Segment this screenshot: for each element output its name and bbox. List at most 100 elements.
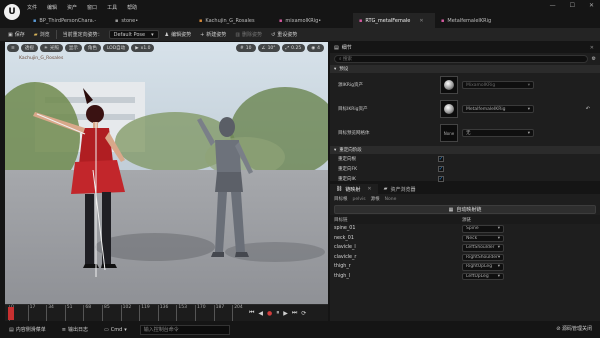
retarget-fk-checkbox[interactable]: ✓ (438, 166, 444, 172)
skip-end-icon[interactable]: ⏭ (292, 309, 297, 317)
tab-asset-browser[interactable]: ▰ 资产浏览器 (378, 184, 422, 194)
source-chain-dropdown[interactable]: Spine ▾ (462, 225, 504, 233)
title-bar: U 文件 编辑 资产 窗口 工具 帮助 ▪ BP_ThirdPersonChara… (0, 0, 600, 28)
tab-label: mixamolKRig• (285, 17, 322, 24)
record-icon[interactable]: ● (267, 310, 272, 317)
chevron-down-icon: ▾ (334, 66, 337, 72)
table-row[interactable]: clavicle_r RightShoulder ▾ (330, 253, 600, 263)
skip-start-icon[interactable]: ⏮ (249, 309, 254, 317)
close-window-icon[interactable]: ✕ (589, 2, 594, 9)
scale-snap-button[interactable]: ⤢ 0.25 (281, 44, 306, 52)
tab-mixamo-ikrig[interactable]: ▪ mixamolKRig• (273, 13, 353, 28)
step-forward-icon[interactable]: ▶ (283, 310, 288, 317)
pause-icon[interactable]: ⏸ (276, 309, 279, 317)
tab-bp-thirdperson[interactable]: ▪ BP_ThirdPersonChara.- (27, 13, 109, 28)
new-pose-button[interactable]: + 新建姿势 (197, 31, 229, 39)
section-retarget-phases[interactable]: ▾ 重定向阶段 (330, 146, 600, 154)
retarget-ik-checkbox[interactable]: ✓ (438, 176, 444, 182)
viewport-menu-button[interactable]: ≡ (7, 44, 19, 52)
auto-map-chains-button[interactable]: ▦ 自动映射链 (334, 205, 596, 214)
table-row[interactable]: thigh_r RightUpLeg ▾ (330, 262, 600, 272)
minimize-icon[interactable]: — (550, 2, 556, 9)
table-row[interactable]: clavicle_l LeftShoulder ▾ (330, 243, 600, 253)
target-ikrig-thumbnail[interactable] (440, 100, 458, 118)
reset-pose-button[interactable]: ↺ 重设姿势 (268, 31, 300, 39)
close-icon[interactable]: ✕ (419, 18, 423, 24)
scale-snap-value: 0.25 (291, 45, 302, 51)
close-icon[interactable]: ✕ (367, 186, 371, 192)
console-command-input[interactable]: 输入控制台命令 (139, 324, 230, 335)
tab-icon: ▪ (441, 17, 445, 24)
details-title: 细节 (341, 45, 352, 51)
maximize-icon[interactable]: ☐ (570, 2, 575, 9)
save-button[interactable]: ▣ 保存 (5, 31, 28, 39)
viewport-snap-toolbar: #10 ∠ 10° ⤢ 0.25 ◉ 4 (236, 44, 324, 52)
camera-speed-button[interactable]: ◉ 4 (307, 44, 324, 52)
viewport[interactable]: ≡ 透视 ☀ 光照 显示 角色 LOD自动 ▶ x1.0 #10 ∠ 10° ⤢ 0.2… (5, 42, 328, 304)
rotation-snap-value: 10° (267, 45, 276, 51)
timeline[interactable]: 01734516885102119136153170187204 ⏮ ◀ ● ⏸… (5, 304, 328, 322)
retarget-root-label: 重定向根 (338, 157, 356, 162)
character-button[interactable]: 角色 (83, 44, 101, 52)
source-control-button[interactable]: ⊘ 源码管理关闭 (556, 325, 592, 333)
table-row[interactable]: thigh_l LeftUpLeg ▾ (330, 272, 600, 282)
menu-asset[interactable]: 资产 (67, 4, 77, 11)
loop-icon[interactable]: ⟳ (301, 310, 306, 317)
cmd-selector[interactable]: ▭ Cmd ▾ (101, 327, 130, 333)
settings-icon[interactable]: ⚙ (592, 56, 596, 62)
timeline-ruler[interactable]: 01734516885102119136153170187204 (5, 305, 245, 322)
menu-file[interactable]: 文件 (27, 4, 37, 11)
reset-arrow-icon[interactable]: ↶ (586, 106, 590, 112)
pose-dropdown[interactable]: Default Pose ▾ (108, 30, 159, 39)
tab-metalfemale-ikrig[interactable]: ▪ MetalfemaleIKRig (435, 13, 513, 28)
rotation-snap-button[interactable]: ∠ 10° (257, 44, 280, 52)
menu-edit[interactable]: 编辑 (47, 4, 57, 11)
source-chain-dropdown[interactable]: RightUpLeg ▾ (462, 263, 504, 271)
close-icon[interactable]: ✕ (590, 45, 594, 51)
source-chain-dropdown[interactable]: RightShoulder ▾ (462, 253, 504, 261)
content-drawer-label: 内容侧滑菜单 (15, 327, 46, 333)
target-mesh-dropdown[interactable]: 无 ▾ (462, 129, 534, 137)
output-log-button[interactable]: ≡ 输出日志 (59, 326, 91, 334)
delete-pose-button[interactable]: ▥ 删除姿势 (232, 31, 265, 39)
grid-snap-value: 10 (245, 45, 252, 51)
playhead[interactable] (8, 307, 14, 320)
source-control-label: 源码管理关闭 (561, 326, 592, 332)
show-button[interactable]: 显示 (64, 44, 82, 52)
source-ikrig-thumbnail[interactable] (440, 76, 458, 94)
perspective-button[interactable]: 透视 (20, 44, 38, 52)
hamburger-icon: ≡ (11, 45, 15, 51)
table-row[interactable]: neck_01 Neck ▾ (330, 234, 600, 244)
menu-tools[interactable]: 工具 (107, 4, 117, 11)
chevron-down-icon: ▾ (527, 130, 530, 136)
target-ikrig-dropdown[interactable]: MetalfemaleIKRig ▾ (462, 105, 534, 113)
browse-button[interactable]: ▰ 浏览 (31, 31, 53, 39)
source-chain-dropdown[interactable]: LeftShoulder ▾ (462, 244, 504, 252)
tab-stone[interactable]: ▪ stone• (109, 13, 193, 28)
source-ikrig-dropdown[interactable]: MixamoIKRig ▾ (462, 81, 534, 89)
tab-rtg-metalfemale[interactable]: ▪ RTG_metalFemale ✕ (353, 13, 435, 28)
source-chain-dropdown[interactable]: LeftUpLeg ▾ (462, 272, 504, 280)
unreal-logo-icon: U (4, 4, 20, 20)
tab-kachujin[interactable]: ▪ Kachujin_G_Rosales (193, 13, 273, 28)
lod-button[interactable]: LOD自动 (102, 44, 130, 52)
content-drawer-button[interactable]: ▤ 内容侧滑菜单 (6, 326, 49, 334)
edit-pose-button[interactable]: ♟ 编辑姿势 (162, 31, 195, 39)
chevron-down-icon: ▾ (497, 273, 500, 279)
section-setup[interactable]: ▾ 预设 (330, 65, 600, 73)
menu-help[interactable]: 帮助 (127, 4, 137, 11)
source-chain-dropdown[interactable]: Neck ▾ (462, 234, 504, 242)
lit-button[interactable]: ☀ 光照 (39, 44, 63, 52)
search-input[interactable]: ⌕ 搜索 (334, 54, 588, 63)
menu-window[interactable]: 窗口 (87, 4, 97, 11)
retarget-root-checkbox[interactable]: ✓ (438, 156, 444, 162)
timeline-tick: 34 (46, 305, 54, 322)
step-back-icon[interactable]: ◀ (258, 310, 263, 317)
speed-button[interactable]: ▶ x1.0 (131, 44, 155, 52)
perspective-label: 透视 (24, 46, 34, 51)
tab-chain-mapping[interactable]: ⛓ 链映射 ✕ (330, 184, 378, 194)
table-row[interactable]: spine_01 Spine ▾ (330, 224, 600, 234)
grid-snap-button[interactable]: #10 (236, 44, 256, 52)
scale-icon: ⤢ (285, 46, 290, 51)
target-mesh-thumbnail[interactable]: None (440, 124, 458, 142)
